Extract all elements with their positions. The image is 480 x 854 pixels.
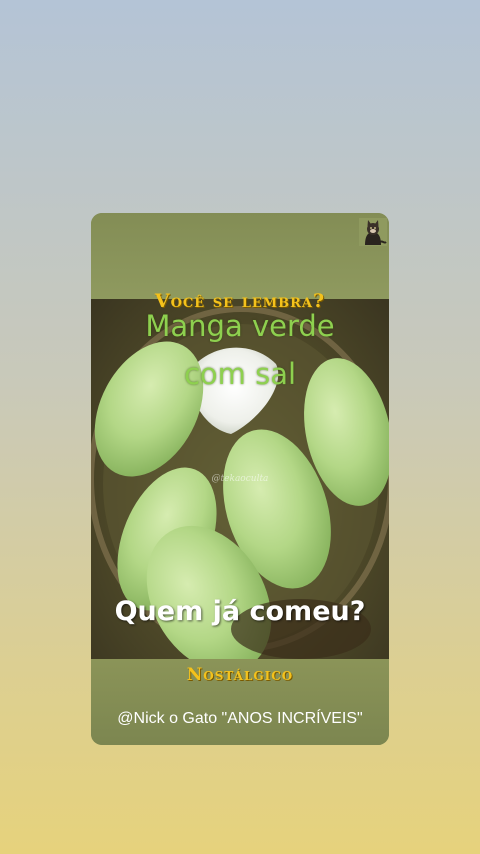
story-card[interactable]: Você se lembra? Manga verde com sal @tek… xyxy=(91,213,389,745)
title-line-2: com sal xyxy=(183,357,297,391)
cat-avatar-icon[interactable] xyxy=(359,218,387,246)
tag-text: Nostálgico xyxy=(186,665,294,685)
title-line-1: Manga verde xyxy=(145,309,335,343)
question-text: Quem já comeu? xyxy=(114,596,366,627)
credit-text: @Nick o Gato "ANOS INCRÍVEIS" xyxy=(117,710,363,727)
watermark-text: @tekaoculta xyxy=(211,474,269,484)
top-band xyxy=(91,213,389,301)
